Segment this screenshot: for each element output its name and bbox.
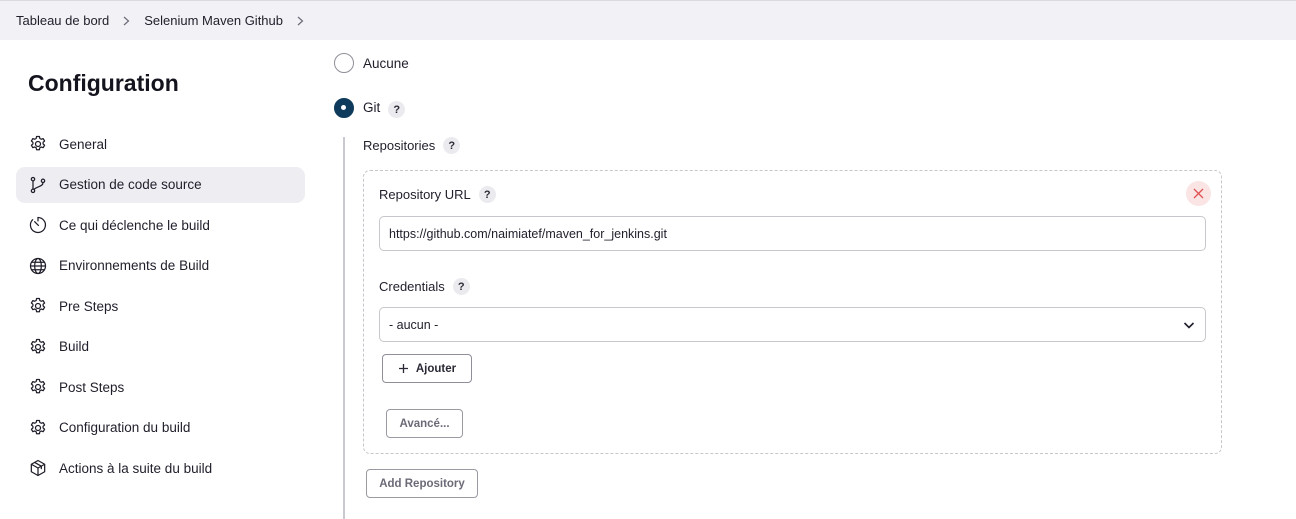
credentials-label: Credentials ? [379, 278, 470, 295]
sidebar-item-label: Gestion de code source [59, 177, 202, 192]
radio-git[interactable] [334, 97, 354, 118]
section-divider [343, 137, 345, 519]
timer-icon [29, 216, 47, 234]
sidebar-item-pre-steps[interactable]: Pre Steps [16, 288, 305, 324]
gear-icon [30, 338, 46, 353]
gear-icon [30, 297, 46, 313]
globe-icon [29, 257, 47, 274]
gear-icon [30, 419, 46, 434]
plus-icon [398, 364, 408, 373]
sidebar-item-scm[interactable]: Gestion de code source [16, 166, 305, 203]
repositories-label: Repositories ? [363, 137, 461, 154]
sidebar-item-general[interactable]: General [16, 126, 305, 162]
sidebar-nav: General Gestion de code source Ce qui dé… [16, 126, 305, 491]
branch-icon [30, 176, 46, 193]
add-repository-button[interactable]: Add Repository [366, 469, 478, 498]
help-icon[interactable]: ? [478, 186, 496, 203]
advanced-button[interactable]: Avancé... [386, 409, 463, 438]
advanced-label: Avancé... [399, 417, 450, 430]
sidebar-item-build-config[interactable]: Configuration du build [16, 410, 305, 446]
sidebar-item-label: Configuration du build [59, 420, 191, 435]
add-repository-label: Add Repository [379, 477, 465, 490]
close-icon [1193, 188, 1204, 199]
repository-url-text: Repository URL [379, 187, 471, 202]
chevron-right-icon[interactable] [296, 16, 305, 26]
repository-url-label: Repository URL ? [379, 186, 496, 203]
sidebar-item-label: Build [59, 339, 90, 354]
chevron-down-icon [1183, 321, 1195, 329]
sidebar-item-label: Post Steps [59, 379, 125, 395]
radio-label: Aucune [363, 55, 409, 71]
page-title: Configuration [28, 70, 179, 96]
radio-label: Git [363, 100, 381, 115]
help-icon[interactable]: ? [443, 137, 461, 154]
sidebar-item-label: Actions à la suite du build [59, 460, 213, 476]
package-icon [30, 459, 46, 477]
gear-icon [30, 135, 46, 151]
sidebar-item-build-env[interactable]: Environnements de Build [16, 248, 305, 284]
scm-option-git[interactable]: Git ? [334, 97, 406, 118]
sidebar-item-label: Pre Steps [59, 298, 119, 314]
add-credentials-label: Ajouter [415, 362, 457, 375]
scm-option-none[interactable]: Aucune [334, 53, 409, 73]
breadcrumb-job[interactable]: Selenium Maven Github [144, 13, 283, 28]
remove-repository-button[interactable] [1186, 181, 1211, 206]
chevron-right-icon[interactable] [122, 16, 131, 26]
radio-none[interactable] [334, 53, 354, 73]
credentials-text: Credentials [379, 279, 445, 294]
sidebar-item-label: Environnements de Build [59, 258, 210, 273]
repository-url-input[interactable] [379, 216, 1206, 251]
add-credentials-button[interactable]: Ajouter [382, 354, 472, 383]
gear-icon [30, 378, 46, 394]
breadcrumb: Tableau de bord Selenium Maven Github [0, 0, 1296, 40]
repositories-text: Repositories [363, 138, 436, 153]
sidebar-item-label: General [59, 136, 108, 152]
credentials-value: - aucun - [389, 317, 439, 332]
sidebar-item-label: Ce qui déclenche le build [59, 217, 210, 233]
breadcrumb-dashboard[interactable]: Tableau de bord [16, 13, 109, 28]
sidebar-item-triggers[interactable]: Ce qui déclenche le build [16, 207, 305, 243]
sidebar-item-post-build[interactable]: Actions à la suite du build [16, 450, 305, 486]
sidebar-item-build[interactable]: Build [16, 329, 305, 365]
sidebar-item-post-steps[interactable]: Post Steps [16, 369, 305, 405]
credentials-select[interactable]: - aucun - [379, 307, 1206, 342]
help-icon[interactable]: ? [452, 278, 470, 295]
help-icon[interactable]: ? [388, 101, 406, 118]
